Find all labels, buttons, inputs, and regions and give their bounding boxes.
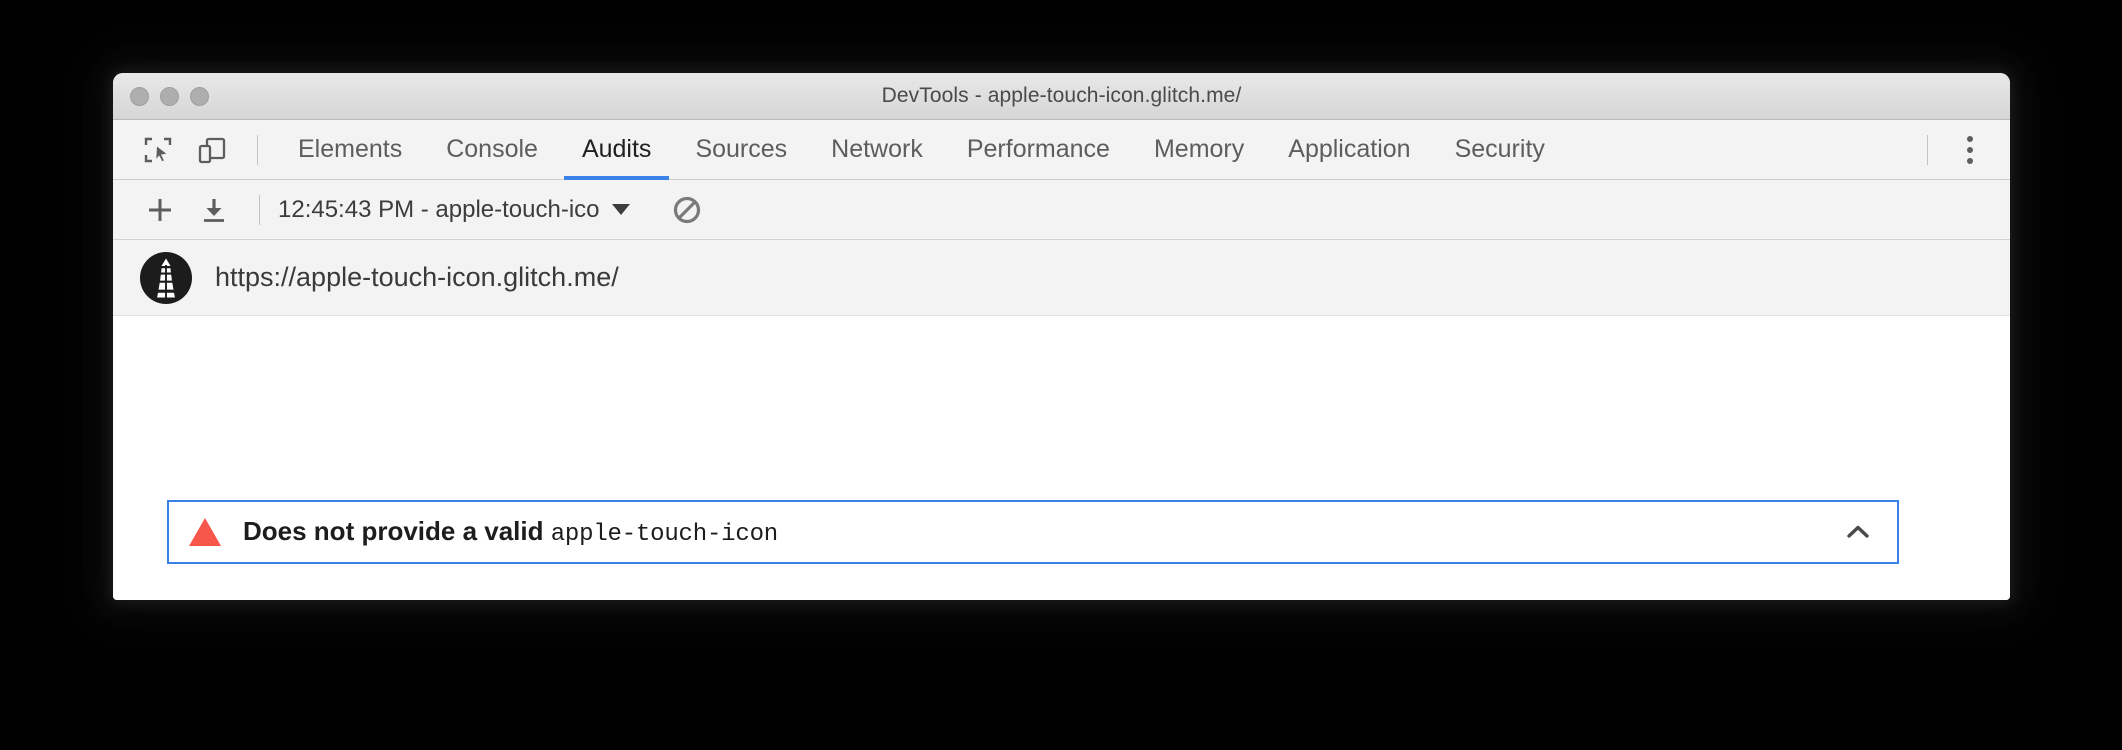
window-controls xyxy=(130,73,209,119)
tab-label: Audits xyxy=(581,135,652,163)
tab-label: Security xyxy=(1454,135,1545,163)
inspect-element-button[interactable] xyxy=(131,123,185,177)
tab-label: Sources xyxy=(695,135,788,163)
audit-run-selector[interactable]: 12:45:43 PM - apple-touch-ico xyxy=(278,196,630,224)
audit-title-text: Does not provide a valid xyxy=(243,516,551,546)
tab-label: Elements xyxy=(298,135,403,163)
tab-label: Console xyxy=(446,135,538,163)
audit-result-row[interactable]: Does not provide a valid apple-touch-ico… xyxy=(167,500,1899,564)
tab-application[interactable]: Application xyxy=(1266,120,1432,180)
report-body: Does not provide a valid apple-touch-ico… xyxy=(113,316,2010,600)
tab-label: Performance xyxy=(966,135,1110,163)
tab-audits[interactable]: Audits xyxy=(560,120,673,180)
tab-memory[interactable]: Memory xyxy=(1132,120,1266,180)
device-toolbar-icon xyxy=(198,137,226,163)
tab-label: Application xyxy=(1288,135,1411,163)
inspect-element-icon xyxy=(144,137,172,163)
tab-label: Network xyxy=(831,135,923,163)
devtools-tabstrip: Elements Console Audits Sources Network … xyxy=(113,120,2010,180)
close-button[interactable] xyxy=(130,86,149,106)
zoom-button[interactable] xyxy=(190,86,209,106)
devtools-window: DevTools - apple-touch-icon.glitch.me/ E… xyxy=(113,73,2010,600)
audit-description: For ideal appearance on iOS when users a… xyxy=(363,584,1908,600)
audit-run-selector-value: 12:45:43 PM - apple-touch-ico xyxy=(278,195,600,223)
export-report-button[interactable] xyxy=(187,183,241,237)
audits-toolbar: 12:45:43 PM - apple-touch-ico xyxy=(113,180,2010,240)
tab-performance[interactable]: Performance xyxy=(945,120,1132,180)
download-icon xyxy=(204,198,224,222)
tab-console[interactable]: Console xyxy=(424,120,560,180)
minimize-button[interactable] xyxy=(160,86,179,106)
clear-all-button[interactable] xyxy=(660,183,714,237)
window-titlebar: DevTools - apple-touch-icon.glitch.me/ xyxy=(113,73,2010,120)
more-options-icon xyxy=(1967,157,1973,164)
report-header: https://apple-touch-icon.glitch.me/ xyxy=(113,240,2010,316)
plus-icon xyxy=(149,198,171,221)
warning-triangle-icon xyxy=(189,518,221,546)
audit-description-text: For ideal appearance on iOS when users a… xyxy=(363,595,1834,600)
tab-elements[interactable]: Elements xyxy=(276,120,424,180)
tab-security[interactable]: Security xyxy=(1433,120,1567,180)
chevron-up-icon xyxy=(1847,525,1869,538)
screenshot-stage: DevTools - apple-touch-icon.glitch.me/ E… xyxy=(0,0,2122,750)
tab-label: Memory xyxy=(1153,135,1245,163)
more-options-icon xyxy=(1967,146,1973,153)
lighthouse-logo-icon xyxy=(140,251,192,304)
more-options-icon xyxy=(1967,135,1973,142)
report-url: https://apple-touch-icon.glitch.me/ xyxy=(215,262,619,292)
new-audit-button[interactable] xyxy=(133,183,187,237)
no-entry-icon xyxy=(673,196,700,223)
device-toolbar-button[interactable] xyxy=(185,123,239,177)
audits-toolbar-divider xyxy=(259,194,260,225)
tabstrip-divider xyxy=(1927,134,1928,165)
chevron-down-icon xyxy=(611,204,630,215)
more-options-button[interactable] xyxy=(1946,123,1994,177)
audit-collapse-button[interactable] xyxy=(1841,515,1875,549)
tab-sources[interactable]: Sources xyxy=(673,120,809,180)
window-title: DevTools - apple-touch-icon.glitch.me/ xyxy=(881,84,1242,107)
audit-title-code: apple-touch-icon xyxy=(550,521,778,548)
tab-network[interactable]: Network xyxy=(809,120,945,180)
toolbar-divider xyxy=(257,134,258,165)
tabstrip-right-group xyxy=(1909,123,2010,177)
audit-title: Does not provide a valid apple-touch-ico… xyxy=(243,516,778,548)
